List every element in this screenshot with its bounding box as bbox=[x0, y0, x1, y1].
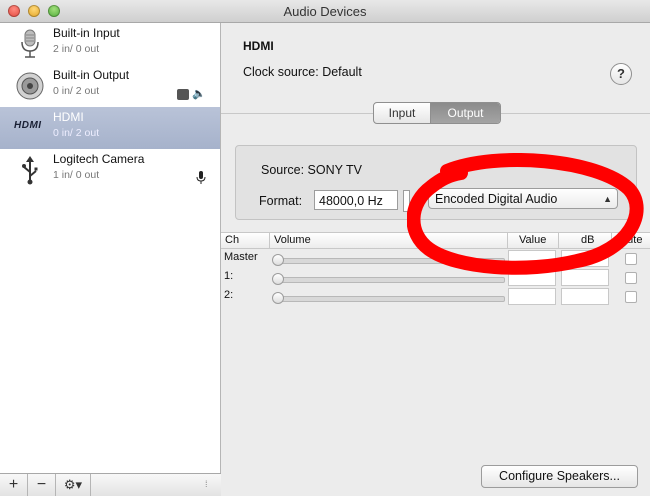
device-io: 0 in/ 2 out bbox=[53, 85, 100, 97]
device-name: Built-in Input bbox=[53, 26, 120, 40]
format-popup-value: Encoded Digital Audio bbox=[435, 192, 558, 206]
col-value: Value bbox=[519, 234, 547, 246]
device-badges: 🔈 bbox=[177, 87, 206, 100]
microphone-icon bbox=[196, 171, 206, 184]
clock-source: Clock source: Default bbox=[243, 65, 362, 79]
format-group: Source: SONY TV Format: 48000,0 Hz Encod… bbox=[235, 145, 637, 220]
value-field[interactable] bbox=[508, 250, 556, 267]
channel-label: 2: bbox=[224, 289, 234, 301]
format-label: Format: bbox=[259, 194, 303, 208]
device-badges bbox=[196, 171, 206, 188]
device-detail-pane: HDMI Clock source: Default ? Input Outpu… bbox=[221, 23, 650, 495]
column-divider bbox=[611, 233, 612, 248]
mute-checkbox[interactable] bbox=[625, 291, 637, 303]
db-field[interactable] bbox=[561, 250, 609, 267]
title-bar: Audio Devices bbox=[0, 0, 650, 23]
value-field[interactable] bbox=[508, 288, 556, 305]
mute-checkbox[interactable] bbox=[625, 253, 637, 265]
column-divider bbox=[558, 233, 559, 248]
device-built-in-input[interactable]: Built-in Input 2 in/ 0 out bbox=[0, 23, 220, 65]
audio-devices-window: Audio Devices Built-in Input 2 in/ 0 out bbox=[0, 0, 650, 496]
input-output-tabs: Input Output bbox=[373, 102, 501, 124]
volume-slider-knob[interactable] bbox=[272, 254, 284, 266]
device-name: Logitech Camera bbox=[53, 152, 145, 166]
speaker-icon bbox=[16, 72, 44, 100]
col-ch: Ch bbox=[225, 234, 240, 246]
col-db: dB bbox=[581, 234, 595, 246]
remove-device-button[interactable]: − bbox=[28, 474, 56, 496]
volume-slider[interactable] bbox=[275, 258, 505, 264]
volume-slider-knob[interactable] bbox=[272, 292, 284, 304]
column-divider bbox=[269, 233, 270, 248]
tab-output[interactable]: Output bbox=[431, 103, 500, 123]
col-mute: Mute bbox=[618, 234, 643, 246]
source-label: Source: SONY TV bbox=[261, 163, 362, 177]
sample-rate-stepper[interactable] bbox=[403, 190, 410, 212]
format-popup[interactable]: Encoded Digital Audio ▲ bbox=[428, 188, 618, 209]
table-row: 1: bbox=[221, 268, 650, 287]
col-volume: Volume bbox=[274, 234, 311, 246]
chevron-updown-icon: ▲ bbox=[603, 194, 612, 204]
volume-slider-knob[interactable] bbox=[272, 273, 284, 285]
device-io: 0 in/ 2 out bbox=[53, 127, 100, 139]
volume-slider[interactable] bbox=[275, 296, 505, 302]
channel-label: 1: bbox=[224, 270, 234, 282]
finder-icon bbox=[177, 88, 190, 100]
channel-label: Master bbox=[224, 251, 258, 263]
table-row: 2: bbox=[221, 287, 650, 306]
usb-icon bbox=[22, 156, 38, 185]
gear-icon[interactable]: ⚙▾ bbox=[56, 474, 91, 496]
table-header: Ch Volume Value dB Mute bbox=[221, 232, 650, 249]
window-title: Audio Devices bbox=[283, 4, 367, 19]
device-io: 2 in/ 0 out bbox=[53, 43, 100, 55]
mute-checkbox[interactable] bbox=[625, 272, 637, 284]
device-hdmi[interactable]: HDMI HDMI 0 in/ 2 out bbox=[0, 107, 220, 149]
volume-slider[interactable] bbox=[275, 277, 505, 283]
sample-rate-field[interactable]: 48000,0 Hz bbox=[314, 190, 398, 210]
configure-speakers-button[interactable]: Configure Speakers... bbox=[481, 465, 638, 488]
add-device-button[interactable]: + bbox=[0, 474, 28, 496]
microphone-icon bbox=[21, 29, 39, 58]
db-field[interactable] bbox=[561, 269, 609, 286]
hdmi-logo: HDMI bbox=[14, 120, 42, 131]
resize-handle-icon[interactable]: ⁞ bbox=[205, 479, 215, 491]
device-logitech-camera[interactable]: Logitech Camera 1 in/ 0 out bbox=[0, 149, 220, 191]
tab-input[interactable]: Input bbox=[374, 103, 431, 123]
device-list: Built-in Input 2 in/ 0 out Built-in Outp… bbox=[0, 23, 221, 473]
device-list-toolbar: + − ⚙▾ ⁞ bbox=[0, 473, 221, 496]
db-field[interactable] bbox=[561, 288, 609, 305]
device-title: HDMI bbox=[243, 39, 274, 53]
volume-icon: 🔈 bbox=[192, 88, 206, 100]
help-button[interactable]: ? bbox=[610, 63, 632, 85]
device-io: 1 in/ 0 out bbox=[53, 169, 100, 181]
value-field[interactable] bbox=[508, 269, 556, 286]
device-name: Built-in Output bbox=[53, 68, 130, 82]
column-divider bbox=[507, 233, 508, 248]
table-row: Master bbox=[221, 249, 650, 268]
device-built-in-output[interactable]: Built-in Output 0 in/ 2 out 🔈 bbox=[0, 65, 220, 107]
device-name: HDMI bbox=[53, 110, 84, 124]
